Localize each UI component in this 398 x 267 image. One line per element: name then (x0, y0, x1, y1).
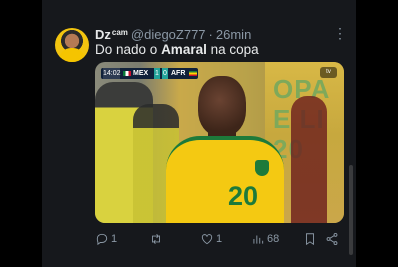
team2-score: 0 (162, 68, 168, 79)
player-head (198, 76, 246, 136)
display-name-text[interactable]: Dz (95, 27, 111, 42)
views-icon (253, 235, 264, 244)
time-separator: · (208, 27, 213, 42)
mexico-flag-icon (123, 71, 131, 76)
views-count: 68 (267, 233, 280, 245)
retweet-icon (152, 234, 160, 244)
match-clock: 14:02 (103, 68, 121, 79)
views-button[interactable]: 68 (251, 231, 279, 247)
scrollbar[interactable] (349, 165, 353, 255)
jersey-number: 20 (228, 181, 259, 211)
jersey-crest-icon (255, 160, 269, 176)
broadcaster-logo: tv (320, 67, 337, 78)
handle[interactable]: @diegoZ777 (131, 27, 206, 42)
bookmark-icon (306, 233, 314, 246)
score-bug: 14:02 MEX 1 0 AFR (101, 68, 198, 79)
display-name[interactable]: Dzcam (95, 27, 128, 42)
avatar-shirt (59, 48, 85, 62)
tweet-media-image[interactable]: OPAE LI20 20 14:02 MEX 1 0 AFR tv (95, 62, 344, 223)
reply-icon (96, 233, 108, 246)
avatar[interactable] (55, 28, 89, 62)
tweet-actions: 1 1 68 (95, 231, 340, 247)
team2-label: AFR (171, 70, 186, 77)
like-count: 1 (216, 233, 223, 245)
like-button[interactable]: 1 (200, 231, 222, 247)
more-icon[interactable]: ⋮ (333, 24, 347, 42)
tweet-text: Do nado o Amaral na copa (95, 41, 259, 59)
retweet-button[interactable] (149, 231, 165, 247)
display-name-suffix: cam (111, 28, 128, 37)
timestamp[interactable]: 26min (216, 27, 251, 42)
share-button[interactable] (325, 231, 339, 247)
player-jersey (166, 136, 284, 223)
reply-button[interactable]: 1 (95, 231, 117, 247)
share-icon (326, 232, 338, 246)
tweet-text-start: Do nado o (95, 42, 162, 57)
tweet-text-end: na copa (206, 42, 259, 57)
tweet-text-bold: Amaral (161, 42, 207, 57)
reply-count: 1 (111, 233, 118, 245)
bookmark-button[interactable] (303, 231, 317, 247)
team1-score: 1 (154, 68, 160, 79)
team1-label: MEX (133, 70, 149, 77)
south-africa-flag-icon (189, 71, 197, 76)
like-icon (201, 234, 213, 245)
background-person-right (291, 96, 327, 223)
